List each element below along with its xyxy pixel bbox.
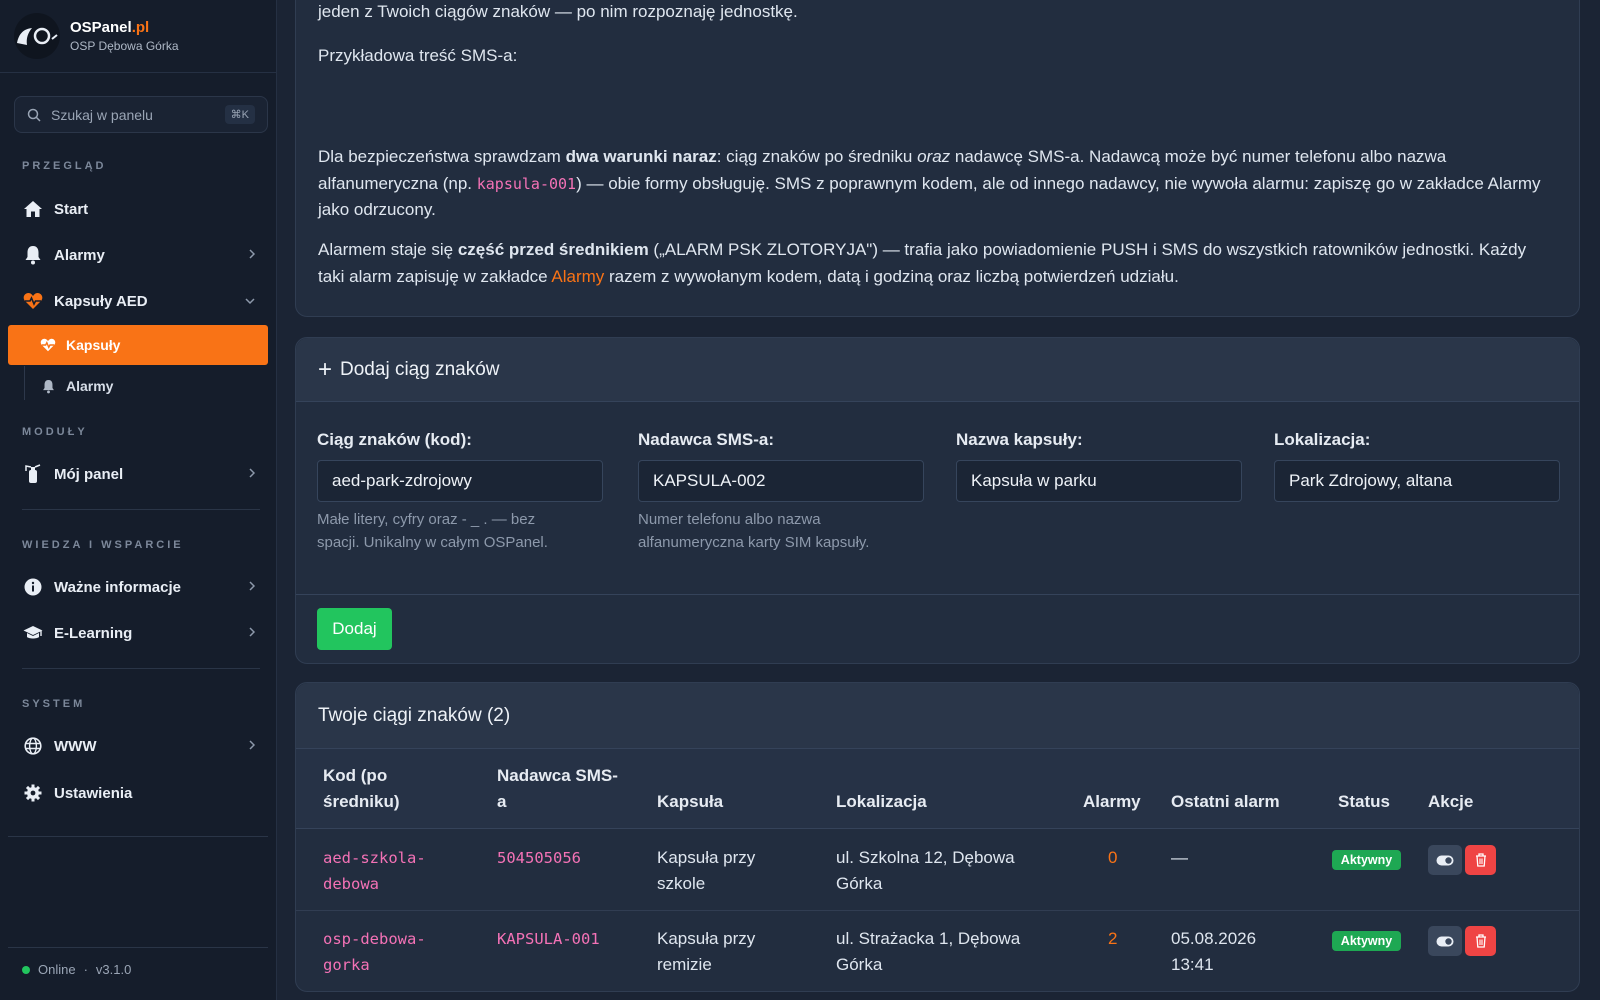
chevron-right-icon: [249, 249, 256, 259]
sidebar-divider: [22, 509, 260, 510]
toggle-button[interactable]: [1428, 926, 1462, 956]
th-actions: Akcje: [1428, 792, 1474, 811]
cell-capsule: Kapsuła przy szkole: [657, 848, 756, 893]
capsule-name-label: Nazwa kapsuły:: [956, 430, 1083, 449]
th-sender: Nadawca SMS-a: [497, 766, 618, 811]
cell-alarms: 0: [1108, 848, 1118, 867]
status-badge: Aktywny: [1332, 931, 1401, 951]
chevron-right-icon: [249, 581, 256, 591]
sidebar-subitem-capsules[interactable]: Kapsuły: [8, 325, 268, 365]
brand-unit: OSP Dębowa Górka: [70, 39, 179, 53]
heart-pulse-icon: [40, 337, 56, 353]
info-paragraph-1: Dla bezpieczeństwa sprawdzam dwa warunki…: [318, 147, 1541, 219]
sidebar-item-my-panel[interactable]: Mój panel: [8, 452, 270, 496]
sidebar-divider: [22, 668, 260, 669]
sidebar-item-elearning[interactable]: E-Learning: [8, 611, 270, 655]
search-icon: [27, 108, 41, 122]
section-modules: MODUŁY: [22, 426, 88, 438]
alarms-link[interactable]: Alarmy: [551, 267, 604, 286]
sender-help: Numer telefonu albo nazwa alfanumeryczna…: [638, 511, 870, 551]
info-card: jeden z Twoich ciągów znaków — po nim ro…: [295, 0, 1580, 317]
th-alarms: Alarmy: [1083, 792, 1141, 811]
capsule-name-input[interactable]: Kapsuła w parku: [956, 460, 1242, 502]
graduation-cap-icon: [22, 622, 44, 644]
search-shortcut: ⌘K: [224, 105, 255, 124]
sidebar-item-important-info[interactable]: Ważne informacje: [8, 565, 270, 609]
heart-pulse-icon: [22, 290, 44, 312]
add-code-header: + Dodaj ciąg znaków: [296, 338, 1579, 402]
status-dot: [22, 965, 30, 974]
sender-label: Nadawca SMS-a:: [638, 430, 775, 449]
code-input[interactable]: aed-park-zdrojowy: [317, 460, 603, 502]
chevron-right-icon: [249, 468, 256, 478]
th-capsule: Kapsuła: [657, 792, 724, 811]
codes-table-header: Twoje ciągi znaków (2): [296, 683, 1579, 749]
sidebar: OSPanel.pl OSP Dębowa Górka Szukaj w pan…: [0, 0, 277, 1000]
code-label: Ciąg znaków (kod):: [317, 430, 472, 449]
bell-icon: [40, 378, 56, 394]
row-divider: [296, 910, 1579, 911]
cell-last-alarm: 05.08.2026 13:41: [1171, 929, 1257, 974]
cell-location: ul. Szkolna 12, Dębowa Górka: [836, 848, 1015, 893]
th-last-alarm: Ostatni alarm: [1171, 792, 1280, 811]
cell-alarms: 2: [1108, 929, 1118, 948]
section-knowledge: WIEDZA I WSPARCIE: [22, 539, 184, 551]
th-status: Status: [1338, 792, 1390, 811]
cell-sender: KAPSULA-001: [497, 930, 600, 948]
section-overview: PRZEGLĄD: [22, 160, 107, 172]
code-help: Małe litery, cyfry oraz - _ . — bez spac…: [317, 511, 548, 551]
fire-extinguisher-icon: [22, 463, 44, 485]
cell-code[interactable]: aed-szkola-debowa: [323, 845, 426, 897]
cell-sender: 504505056: [497, 849, 581, 867]
cell-location: ul. Strażacka 1, Dębowa Górka: [836, 929, 1021, 974]
sidebar-item-start[interactable]: Start: [8, 187, 270, 231]
sidebar-item-www[interactable]: WWW: [8, 724, 270, 768]
toggle-icon: [1436, 855, 1454, 865]
info-line: jeden z Twoich ciągów znaków — po nim ro…: [318, 2, 798, 21]
trash-icon: [1475, 934, 1486, 948]
main-content: jeden z Twoich ciągów znaków — po nim ro…: [277, 0, 1600, 1000]
gear-icon: [22, 782, 44, 804]
cell-code[interactable]: osp-debowa-gorka: [323, 926, 426, 978]
info-paragraph-2: Alarmem staje się część przed średnikiem…: [318, 240, 1527, 286]
th-location: Lokalizacja: [836, 792, 927, 811]
brand-logo: [14, 13, 60, 59]
sidebar-subitem-alarms[interactable]: Alarmy: [8, 366, 268, 406]
search-input[interactable]: Szukaj w panelu ⌘K: [14, 96, 268, 133]
sidebar-divider: [8, 836, 268, 837]
bell-icon: [22, 244, 44, 266]
add-button[interactable]: Dodaj: [317, 608, 392, 650]
th-code: Kod (po średniku): [323, 766, 400, 811]
location-input[interactable]: Park Zdrojowy, altana: [1274, 460, 1560, 502]
toggle-button[interactable]: [1428, 845, 1462, 875]
home-icon: [22, 198, 44, 220]
brand[interactable]: OSPanel.pl OSP Dębowa Górka: [0, 0, 276, 73]
search-placeholder: Szukaj w panelu: [51, 106, 153, 123]
chevron-right-icon: [249, 627, 256, 637]
example-label: Przykładowa treść SMS-a:: [318, 46, 518, 65]
status-badge: Aktywny: [1332, 850, 1401, 870]
trash-icon: [1475, 853, 1486, 867]
location-label: Lokalizacja:: [1274, 430, 1371, 449]
chevron-right-icon: [249, 740, 256, 750]
sidebar-item-alarms[interactable]: Alarmy: [8, 233, 270, 277]
version: v3.1.0: [95, 962, 132, 977]
toggle-icon: [1436, 936, 1454, 946]
sidebar-divider: [8, 947, 268, 948]
chevron-down-icon: [245, 298, 255, 305]
delete-button[interactable]: [1465, 926, 1496, 956]
cell-capsule: Kapsuła przy remizie: [657, 929, 756, 974]
form-divider: [296, 594, 1579, 595]
globe-icon: [22, 735, 44, 757]
sidebar-item-capsules-aed[interactable]: Kapsuły AED: [8, 279, 270, 323]
sender-input[interactable]: KAPSULA-002: [638, 460, 924, 502]
delete-button[interactable]: [1465, 845, 1496, 875]
section-system: SYSTEM: [22, 698, 86, 710]
status-indicator: Online · v3.1.0: [22, 962, 131, 977]
sidebar-item-settings[interactable]: Ustawienia: [8, 771, 270, 815]
info-icon: [22, 576, 44, 598]
brand-name: OSPanel.pl: [70, 19, 150, 36]
cell-last-alarm: —: [1171, 848, 1188, 867]
plus-icon: +: [318, 355, 333, 383]
